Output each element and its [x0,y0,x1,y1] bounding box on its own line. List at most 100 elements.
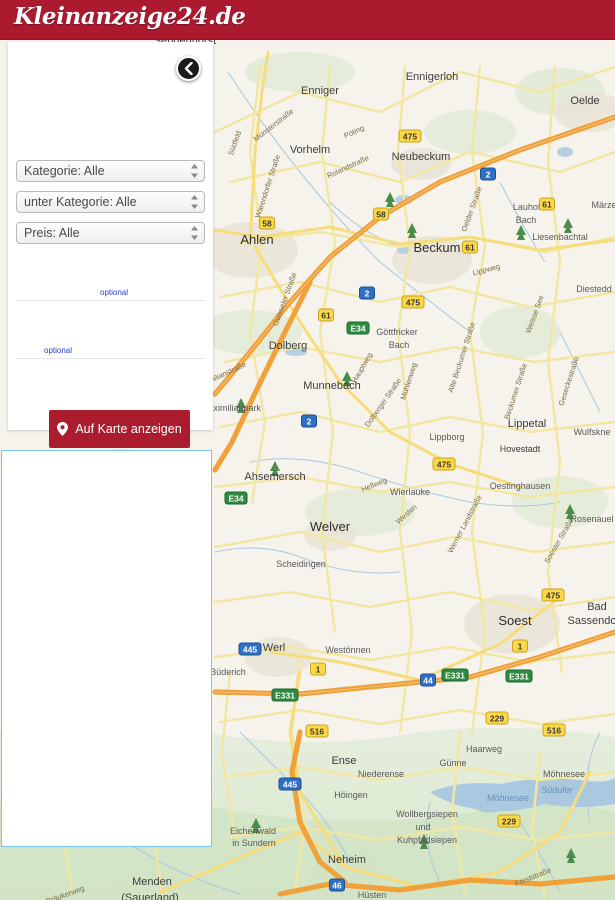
highway-shield: 516 [305,724,329,738]
highway-shield: 44 [420,673,436,687]
map-town-label: Möhnesee [543,769,585,779]
map-town-label: Scheidingen [276,559,326,569]
map-town-label: Lippborg [429,432,464,442]
highway-shield: 475 [401,295,425,309]
map-town-label: in Sundern [232,838,276,848]
map-town-label: (Sauerland) [121,892,178,900]
highway-shield: 58 [259,216,275,230]
highway-shield: E331 [441,668,469,682]
chevron-left-icon [184,62,193,75]
highway-shield: 1 [310,662,326,676]
svg-text:1: 1 [518,642,523,652]
map-town-label: Welver [310,519,351,534]
svg-text:445: 445 [243,645,257,655]
preis-select-wrap[interactable]: Preis: Alle [16,222,205,244]
unter-kategorie-select-wrap[interactable]: unter Kategorie: Alle [16,191,205,213]
kategorie-select-wrap[interactable]: Kategorie: Alle [16,160,205,182]
svg-text:475: 475 [546,591,560,601]
highway-shield: 58 [373,207,389,221]
map-water-label: Südufer [541,785,574,795]
highway-shield: 2 [480,167,496,181]
svg-text:445: 445 [283,780,297,790]
map-town-label: Bach [389,340,410,350]
map-town-label: Soest [498,613,532,628]
map-town-label: Wulfskne [574,427,611,437]
map-town-label: Märze [591,200,615,210]
highway-shield: 46 [329,878,345,892]
svg-text:58: 58 [376,210,386,220]
map-town-label: Liesenbachtal [532,232,588,242]
svg-text:E331: E331 [445,671,465,681]
map-town-label: Göttfricker [376,327,418,337]
highway-shield: 229 [497,814,521,828]
svg-text:61: 61 [542,200,552,210]
svg-text:E34: E34 [228,494,243,504]
highway-shield: E331 [271,688,299,702]
map-pin-icon [57,422,69,436]
svg-text:475: 475 [406,298,420,308]
map-town-label: und [415,822,430,832]
svg-text:E34: E34 [350,324,365,334]
show-on-map-button[interactable]: Auf Karte anzeigen [49,410,190,448]
map-town-label: Neheim [328,854,366,866]
svg-text:475: 475 [437,460,451,470]
highway-shield: 475 [398,129,422,143]
highway-shield: 2 [301,414,317,428]
unter-kategorie-select[interactable]: unter Kategorie: Alle [16,191,205,213]
highway-shield: E331 [505,669,533,683]
highway-shield: 229 [485,711,509,725]
app-root: Münsterstraße Südfeld Warendorfer Straße Pö… [0,0,615,900]
map-water-label: Möhnesee [487,793,529,803]
map-town-label: Ense [331,755,356,767]
map-town-label: Hovestadt [500,444,541,454]
svg-text:1: 1 [316,665,321,675]
highway-shield: 445 [278,777,302,791]
search-text-field-1[interactable] [16,300,205,326]
map-town-label: Ahsemersch [244,471,305,483]
map-town-label: Eichenwald [230,826,276,836]
map-town-label: Hüsten [358,890,387,900]
svg-text:E331: E331 [275,691,295,701]
collapse-sidebar-button[interactable] [176,56,201,81]
map-town-label: Kuhpfadsiepen [397,835,457,845]
map-town-label: Ennigerloh [406,71,459,83]
map-town-label: Höingen [334,790,368,800]
kategorie-select[interactable]: Kategorie: Alle [16,160,205,182]
map-town-label: Enniger [301,85,339,97]
map-town-label: Neubeckum [392,151,451,163]
map-town-label: Wollbergsiepen [396,809,458,819]
map-town-label: Ahlen [240,232,273,247]
map-town-label: Rosenauel [570,514,613,524]
highway-shield: E34 [224,491,248,505]
map-town-label: Vorhelm [290,144,330,156]
highway-shield: E34 [346,321,370,335]
svg-text:475: 475 [403,132,417,142]
svg-text:229: 229 [502,817,516,827]
map-town-label: Haarweg [466,744,502,754]
map-town-label: Menden [132,876,172,888]
map-town-label: Wierlauke [390,487,430,497]
map-town-label: Sassendo [568,615,615,627]
highway-shield: 475 [432,457,456,471]
login-panel [1,450,212,847]
map-town-label: Diestedd [576,284,612,294]
search-text-field-2[interactable] [16,358,205,384]
svg-text:61: 61 [321,311,331,321]
svg-text:2: 2 [365,289,370,299]
map-town-label: Bach [516,215,537,225]
map-town-label: Oestinghausen [490,481,551,491]
svg-text:2: 2 [486,170,491,180]
map-town-label: Munnebach [303,380,361,392]
map-town-label: Niederense [358,769,404,779]
optional-label-1: optional [100,288,129,297]
highway-shield: 61 [318,308,334,322]
svg-text:229: 229 [490,714,504,724]
highway-shield: 61 [539,197,555,211]
map-town-label: Oelde [570,95,599,107]
map-town-label: Beckum [414,240,461,255]
preis-select[interactable]: Preis: Alle [16,222,205,244]
highway-shield: 516 [542,723,566,737]
site-logo[interactable]: Kleinanzeige24.de [14,3,246,30]
highway-shield: 61 [462,240,478,254]
map-town-label: Lippetal [508,418,547,430]
